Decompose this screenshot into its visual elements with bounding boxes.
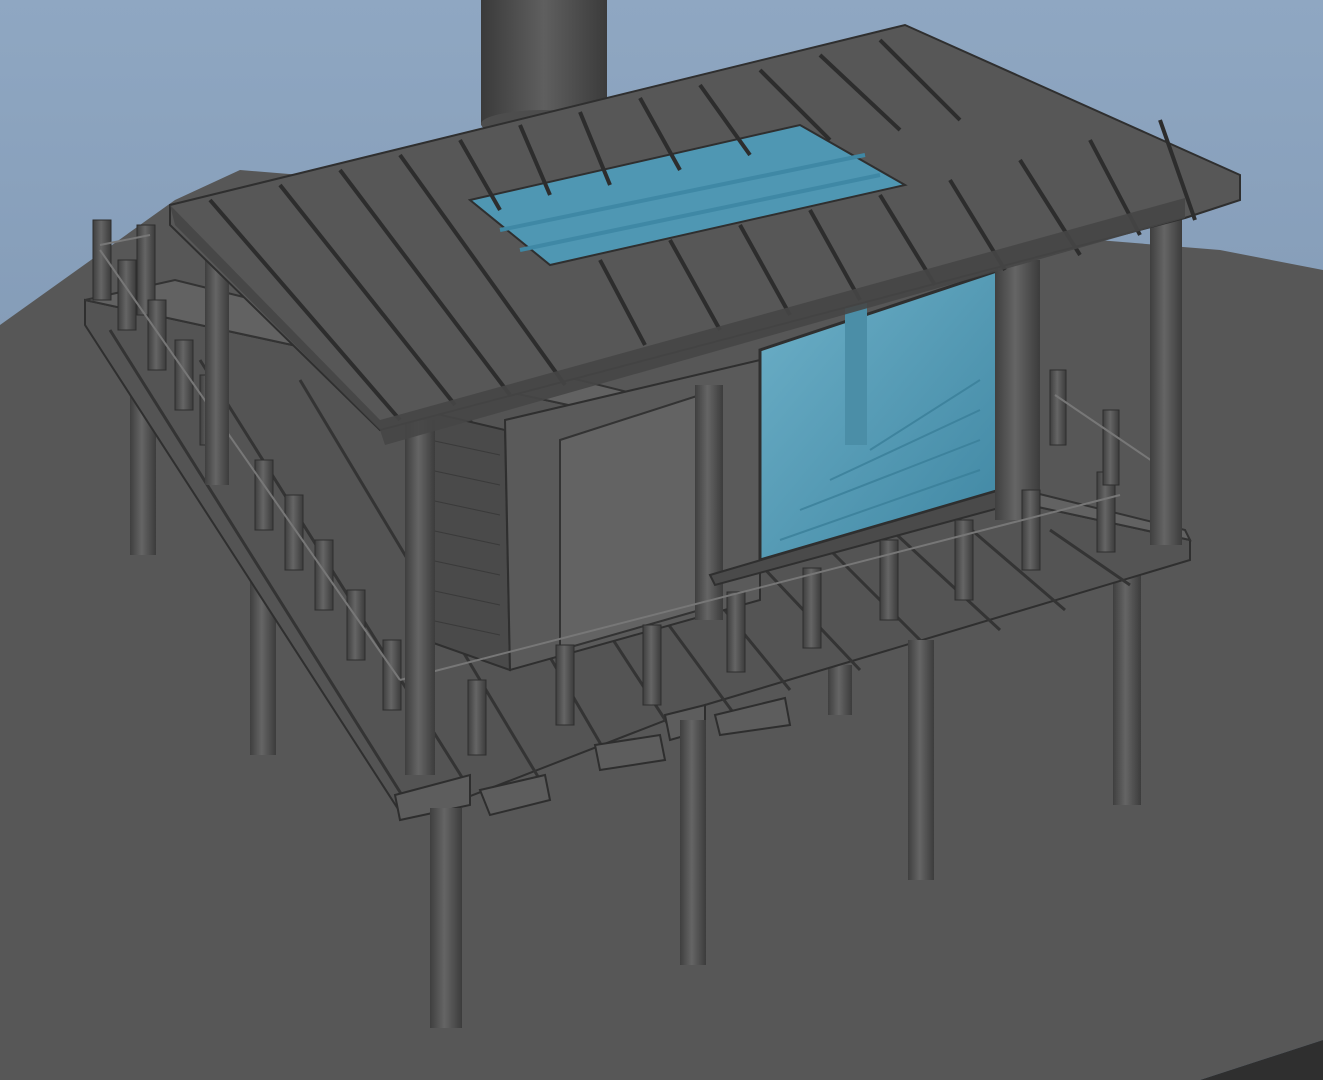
viewport-scene[interactable] [0, 0, 1323, 1080]
3d-viewport[interactable] [0, 0, 1323, 1080]
